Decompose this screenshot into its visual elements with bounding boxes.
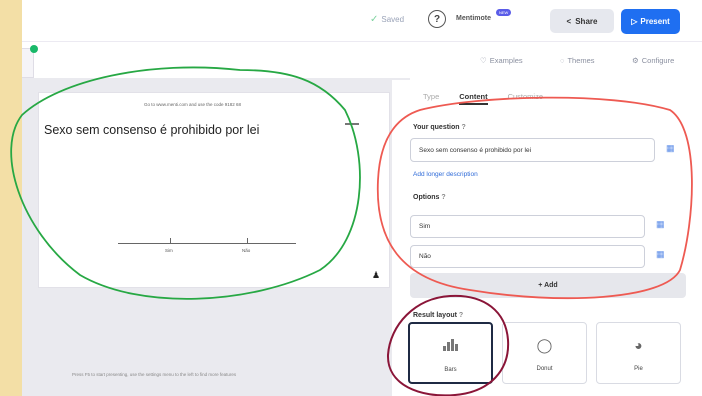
result-layout-text: Result layout	[413, 312, 457, 319]
saved-status: ✓ Saved	[370, 14, 404, 25]
play-icon: ▷	[631, 17, 638, 26]
examples-button[interactable]: ♡ Examples	[480, 56, 523, 65]
chart-axis	[118, 243, 296, 244]
slide-dash	[345, 123, 359, 125]
options-label: Options ?	[413, 194, 446, 201]
tab-content[interactable]: Content	[459, 92, 488, 105]
layout-label: Bars	[444, 367, 457, 373]
present-button[interactable]: ▷ Present	[621, 9, 680, 34]
present-label: Present	[640, 17, 670, 26]
option-value: Sim	[419, 223, 431, 230]
chart-tick-label: Não	[242, 248, 251, 253]
add-option-button[interactable]: + Add	[410, 273, 686, 298]
chart-tick	[170, 238, 171, 243]
join-instructions: Go to www.menti.com and use the code 918…	[144, 102, 242, 107]
gear-icon: ⚙	[632, 56, 639, 65]
themes-label: Themes	[567, 56, 595, 65]
person-icon: ♟	[372, 270, 381, 280]
add-description-link[interactable]: Add longer description	[413, 171, 478, 178]
question-label: Your question ?	[413, 124, 466, 131]
chart-tick	[247, 238, 248, 243]
panel-tabs: Type Content Customize	[423, 92, 543, 105]
donut-chart-icon: ◯	[536, 337, 553, 353]
mentimote-link[interactable]: Mentimote	[456, 15, 491, 22]
share-label: Share	[575, 16, 598, 26]
question-value: Sexo sem consenso é prohibido por lei	[419, 146, 532, 154]
share-icon: <	[566, 16, 572, 26]
canvas-hint: Press F5 to start presenting, use the se…	[72, 372, 237, 377]
tab-type[interactable]: Type	[423, 92, 439, 105]
option-value: Não	[419, 253, 431, 260]
bar-chart-icon	[410, 338, 491, 354]
result-layout-label: Result layout ?	[413, 312, 463, 319]
saved-label: Saved	[381, 15, 405, 24]
options-label-text: Options	[413, 194, 440, 201]
bulb-icon: ♡	[480, 56, 487, 65]
slide-preview[interactable]: Go to www.menti.com and use the code 918…	[38, 92, 390, 288]
pie-chart-icon: ◕	[634, 337, 643, 353]
themes-button[interactable]: ◌ Themes	[560, 56, 595, 65]
option-input[interactable]: Sim	[410, 215, 645, 238]
new-badge: NEW	[496, 9, 512, 16]
image-icon[interactable]: ▦	[666, 143, 675, 154]
image-icon[interactable]: ▦	[656, 219, 665, 230]
layout-bars-option[interactable]: Bars	[408, 322, 493, 384]
layout-label: Pie	[634, 366, 643, 372]
examples-label: Examples	[489, 56, 523, 65]
layout-donut-option[interactable]: ◯ Donut	[502, 322, 587, 384]
palette-icon: ◌	[560, 56, 565, 65]
share-button[interactable]: < Share	[550, 9, 614, 33]
layout-pie-option[interactable]: ◕ Pie	[596, 322, 681, 384]
layout-label: Donut	[536, 366, 553, 372]
help-icon[interactable]: ?	[428, 10, 446, 28]
option-input[interactable]: Não	[410, 245, 645, 268]
info-icon: ?	[461, 124, 466, 131]
tab-customize[interactable]: Customize	[508, 92, 543, 105]
configure-label: Configure	[641, 56, 675, 65]
question-label-text: Your question	[413, 124, 460, 131]
slide-title: Sexo sem consenso é prohibido por lei	[44, 123, 260, 137]
info-icon: ?	[441, 194, 446, 201]
question-input[interactable]: Sexo sem consenso é prohibido por lei	[410, 138, 655, 162]
slide-type-dot	[30, 45, 38, 53]
info-icon: ?	[458, 312, 464, 319]
configure-button[interactable]: ⚙ Configure	[632, 56, 674, 65]
chart-tick-label: Sim	[165, 248, 173, 253]
image-icon[interactable]: ▦	[656, 249, 665, 260]
check-icon: ✓	[370, 14, 379, 25]
